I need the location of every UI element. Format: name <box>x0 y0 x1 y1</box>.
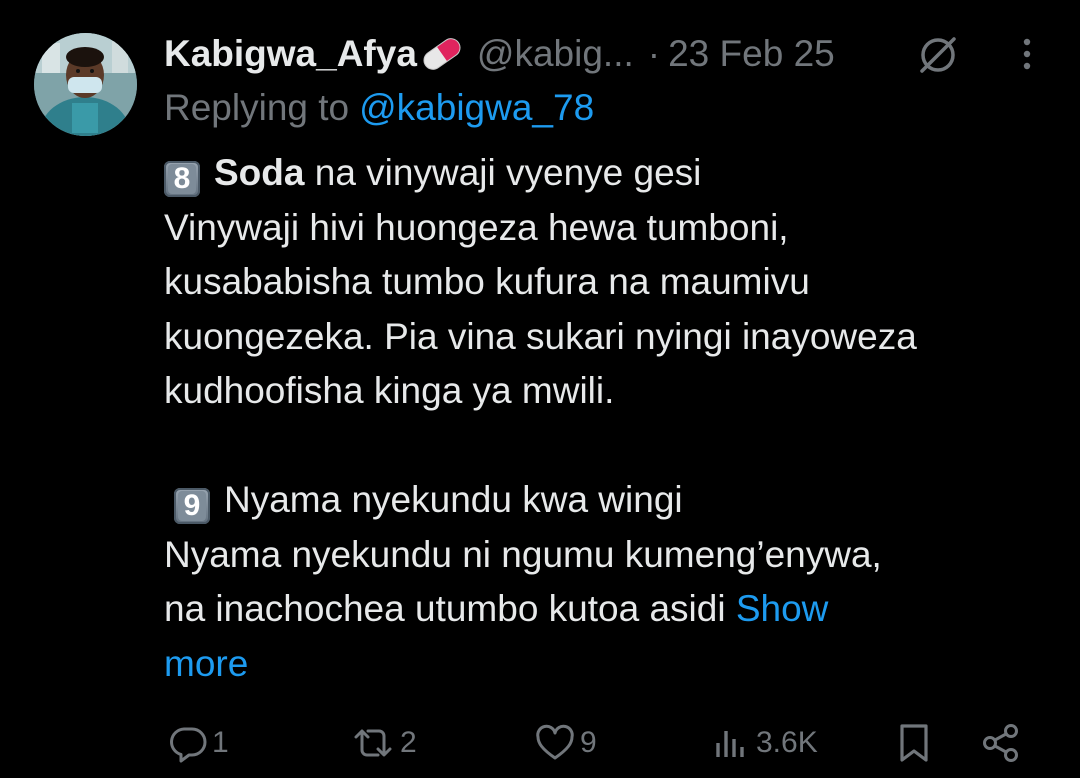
views-icon <box>716 731 744 757</box>
post-body: 8 Soda na vinywaji vyenye gesi Vinywaji h… <box>164 146 1044 691</box>
author-name[interactable]: Kabigwa_Afya <box>164 33 417 75</box>
reply-count: 1 <box>212 726 229 759</box>
replying-handle-link[interactable]: @kabigwa_78 <box>359 87 594 129</box>
bookmark-icon <box>900 724 928 762</box>
repost-icon <box>354 729 392 757</box>
post-date[interactable]: 23 Feb 25 <box>668 33 835 75</box>
share-button[interactable] <box>980 718 1022 768</box>
item8-line: Vinywaji hivi huongeza hewa tumboni, <box>164 206 789 248</box>
pill-icon <box>419 34 465 74</box>
replying-prefix: Replying to <box>164 87 350 128</box>
author-handle[interactable]: @kabig... <box>477 33 634 75</box>
show-more-link-continued[interactable]: more <box>164 637 1044 692</box>
item8-line: kuongezeka. Pia vina sukari nyingi inayo… <box>164 315 917 357</box>
avatar[interactable] <box>34 33 137 136</box>
item9-line: na inachochea utumbo kutoa asidi <box>164 588 726 629</box>
action-bar: 1 2 9 3.6K <box>0 718 1080 768</box>
reply-button[interactable]: 1 <box>168 718 229 768</box>
share-icon <box>983 724 1018 762</box>
separator-dot: · <box>647 33 661 74</box>
like-button[interactable]: 9 <box>534 718 597 768</box>
grok-icon[interactable] <box>916 33 960 77</box>
item8-title-rest: na vinywaji vyenye gesi <box>304 152 702 193</box>
bookmark-button[interactable] <box>894 718 934 768</box>
views-button[interactable]: 3.6K <box>712 718 818 768</box>
item9-title-text: Nyama nyekundu kwa wingi <box>224 479 683 520</box>
item8-title: 8 Soda na vinywaji vyenye gesi <box>164 146 1044 201</box>
post-header: Kabigwa_Afya @kabig... · 23 Feb 25 <box>164 26 1044 82</box>
repost-count: 2 <box>400 726 417 759</box>
like-count: 9 <box>580 726 597 759</box>
avatar-photo <box>34 33 137 136</box>
replying-to: Replying to @kabigwa_78 <box>164 82 594 134</box>
item8-bold-word: Soda <box>214 152 305 193</box>
heart-icon <box>536 724 574 760</box>
show-more-link[interactable]: Show <box>736 588 829 629</box>
repost-button[interactable]: 2 <box>350 718 417 768</box>
more-dots-icon[interactable] <box>1012 34 1042 74</box>
reply-icon <box>170 727 207 763</box>
keycap-9-icon: 9 <box>174 488 210 524</box>
item9-title: 9 Nyama nyekundu kwa wingi <box>164 473 1044 528</box>
views-count: 3.6K <box>756 726 818 759</box>
item9-line-with-more: na inachochea utumbo kutoa asidi Show <box>164 582 1044 637</box>
item8-line: kudhoofisha kinga ya mwili. <box>164 370 615 411</box>
item9-line: Nyama nyekundu ni ngumu kumeng’enywa, <box>164 533 882 575</box>
keycap-8-icon: 8 <box>164 161 200 197</box>
item8-line: kusababisha tumbo kufura na maumivu <box>164 261 810 302</box>
